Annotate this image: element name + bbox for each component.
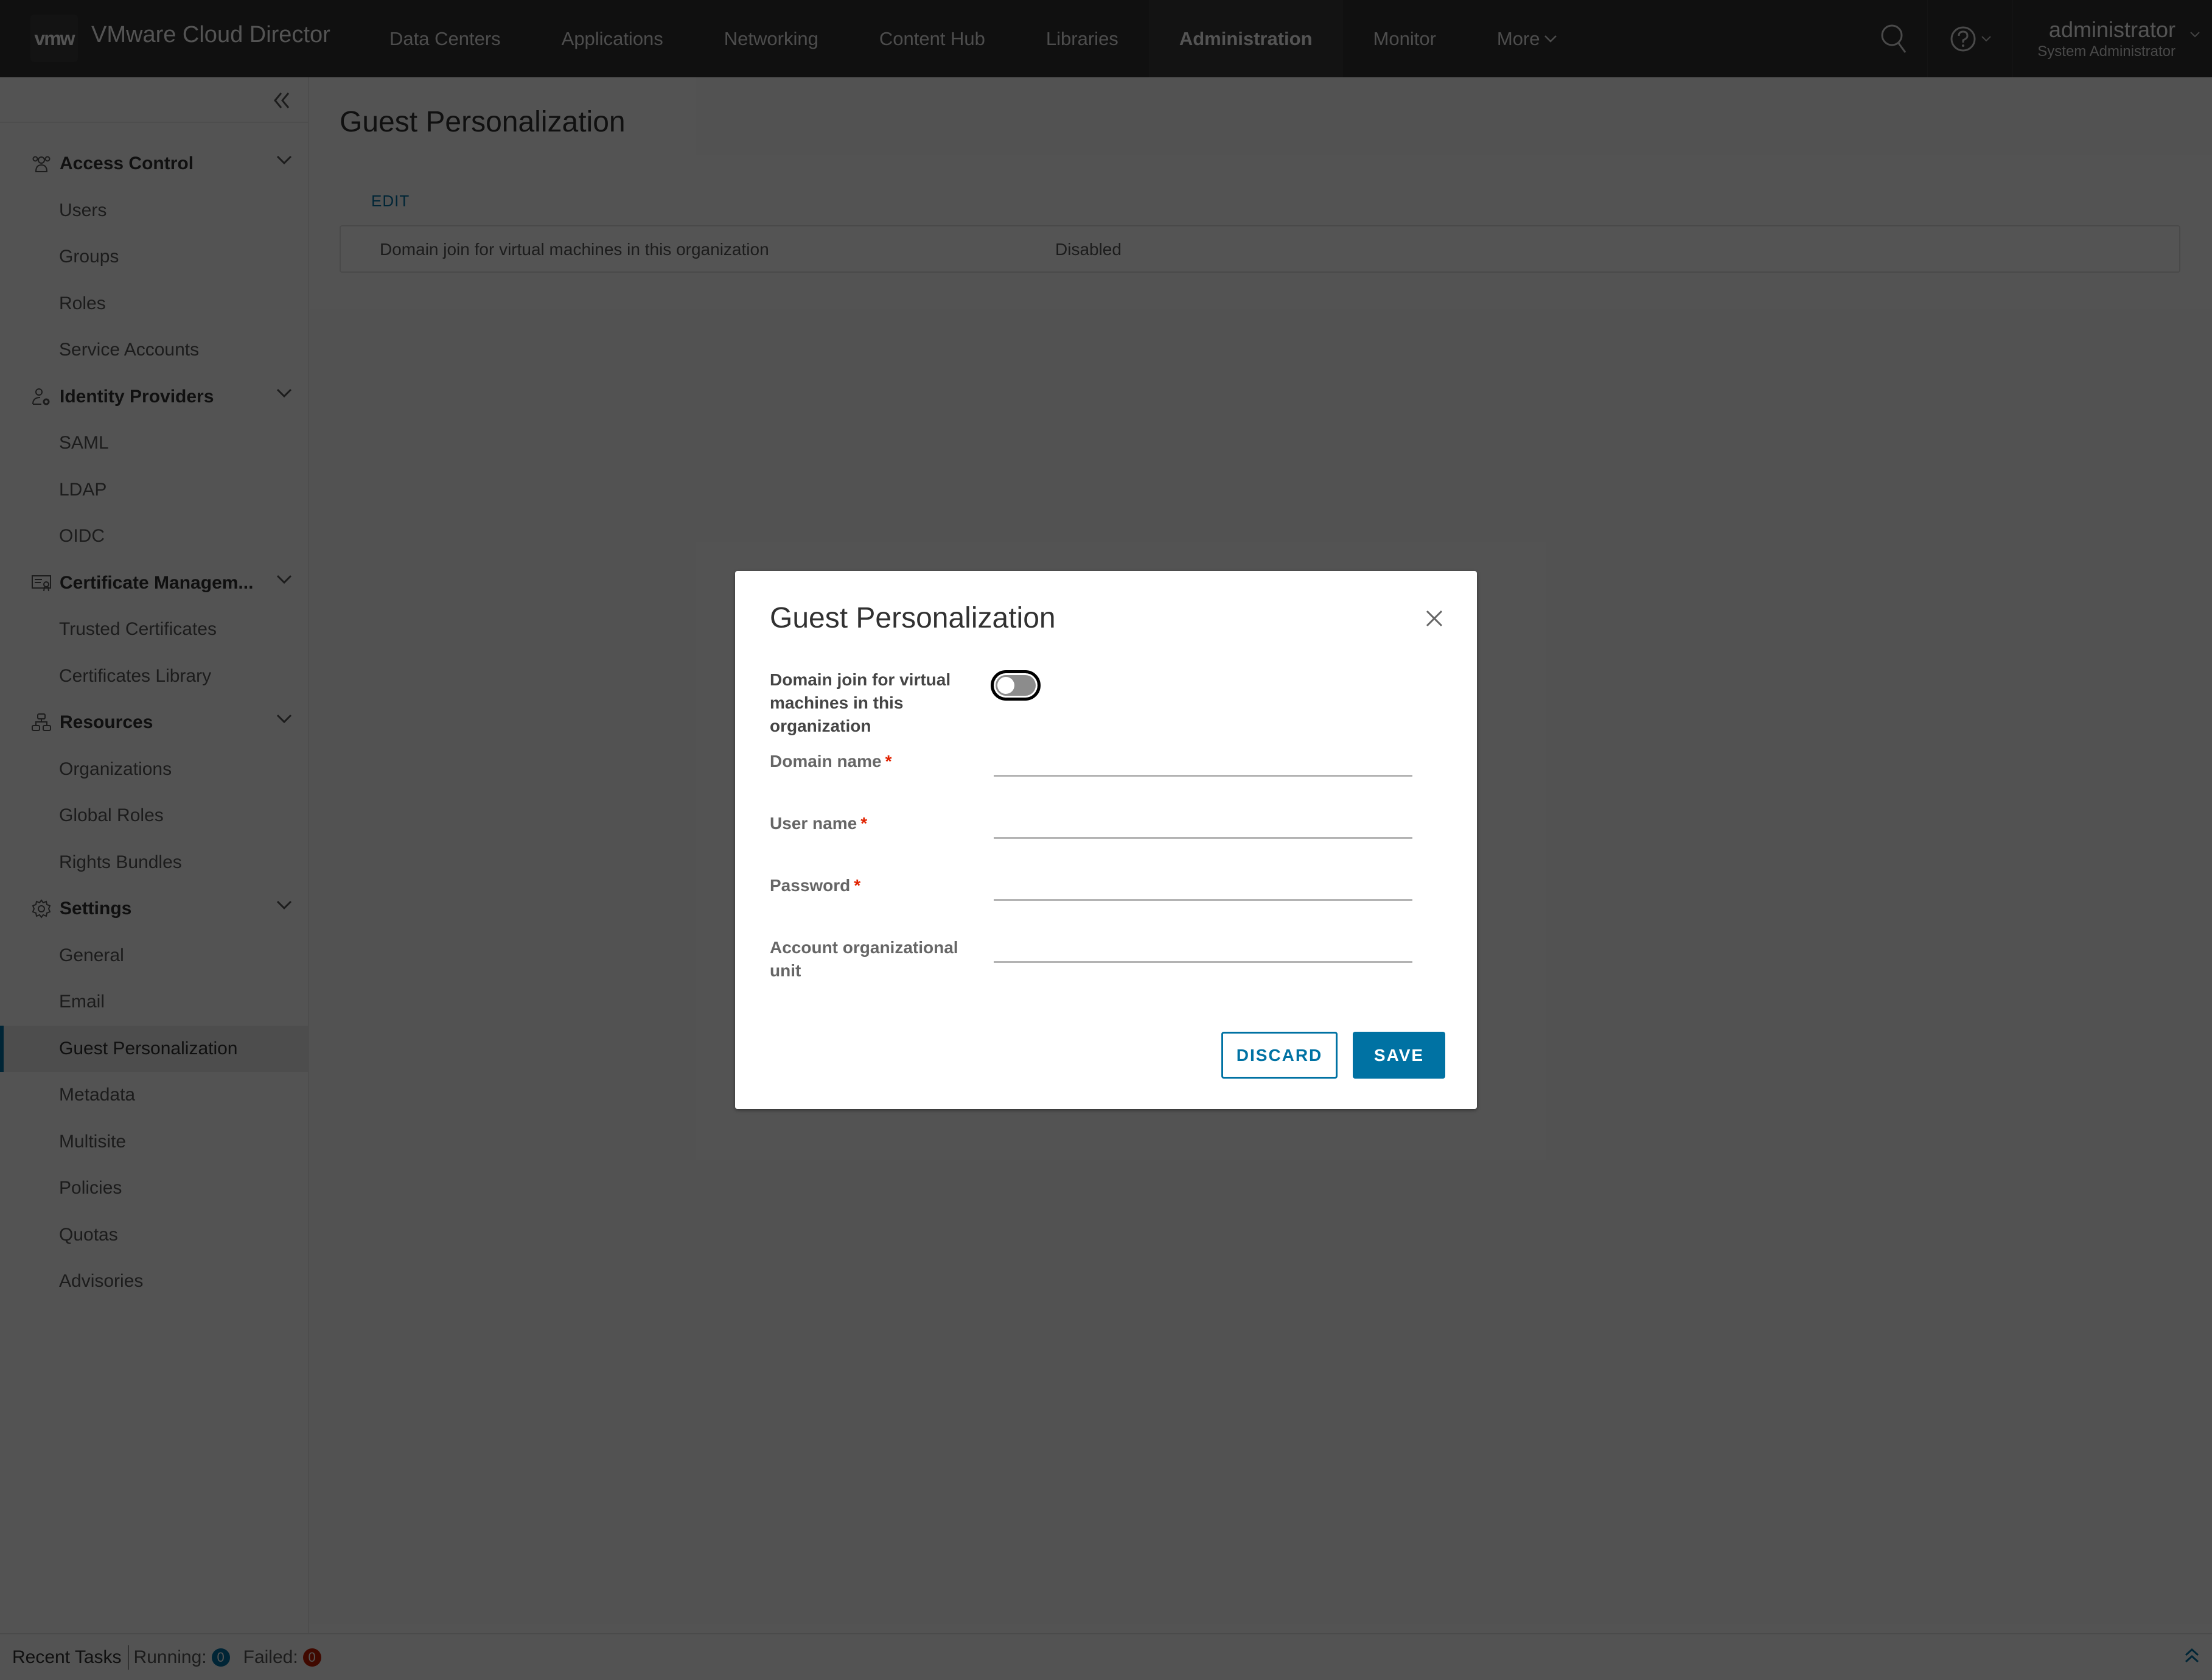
discard-button[interactable]: DISCARD [1221,1032,1338,1079]
domain-join-toggle[interactable] [991,670,1041,701]
required-marker: * [854,876,861,895]
guest-personalization-dialog: Guest Personalization Domain join for vi… [735,571,1477,1109]
label-text: Domain name [770,752,882,771]
password-input[interactable] [994,870,1412,901]
user-name-input[interactable] [994,808,1412,839]
user-name-label: User name * [770,812,971,835]
domain-name-input[interactable] [994,746,1412,777]
account-ou-label: Account organizational unit [770,938,958,980]
password-label: Password * [770,874,971,897]
domain-join-label: Domain join for virtual machines in this… [770,670,951,735]
required-marker: * [860,814,868,833]
close-icon [1426,610,1443,627]
label-text: Password [770,876,851,895]
close-button[interactable] [1422,606,1446,631]
domain-name-label: Domain name * [770,750,971,773]
label-text: User name [770,814,857,833]
toggle-knob [997,677,1014,694]
save-button[interactable]: SAVE [1353,1032,1445,1079]
account-ou-input[interactable] [994,933,1412,963]
required-marker: * [885,752,892,771]
dialog-title: Guest Personalization [770,602,1056,634]
